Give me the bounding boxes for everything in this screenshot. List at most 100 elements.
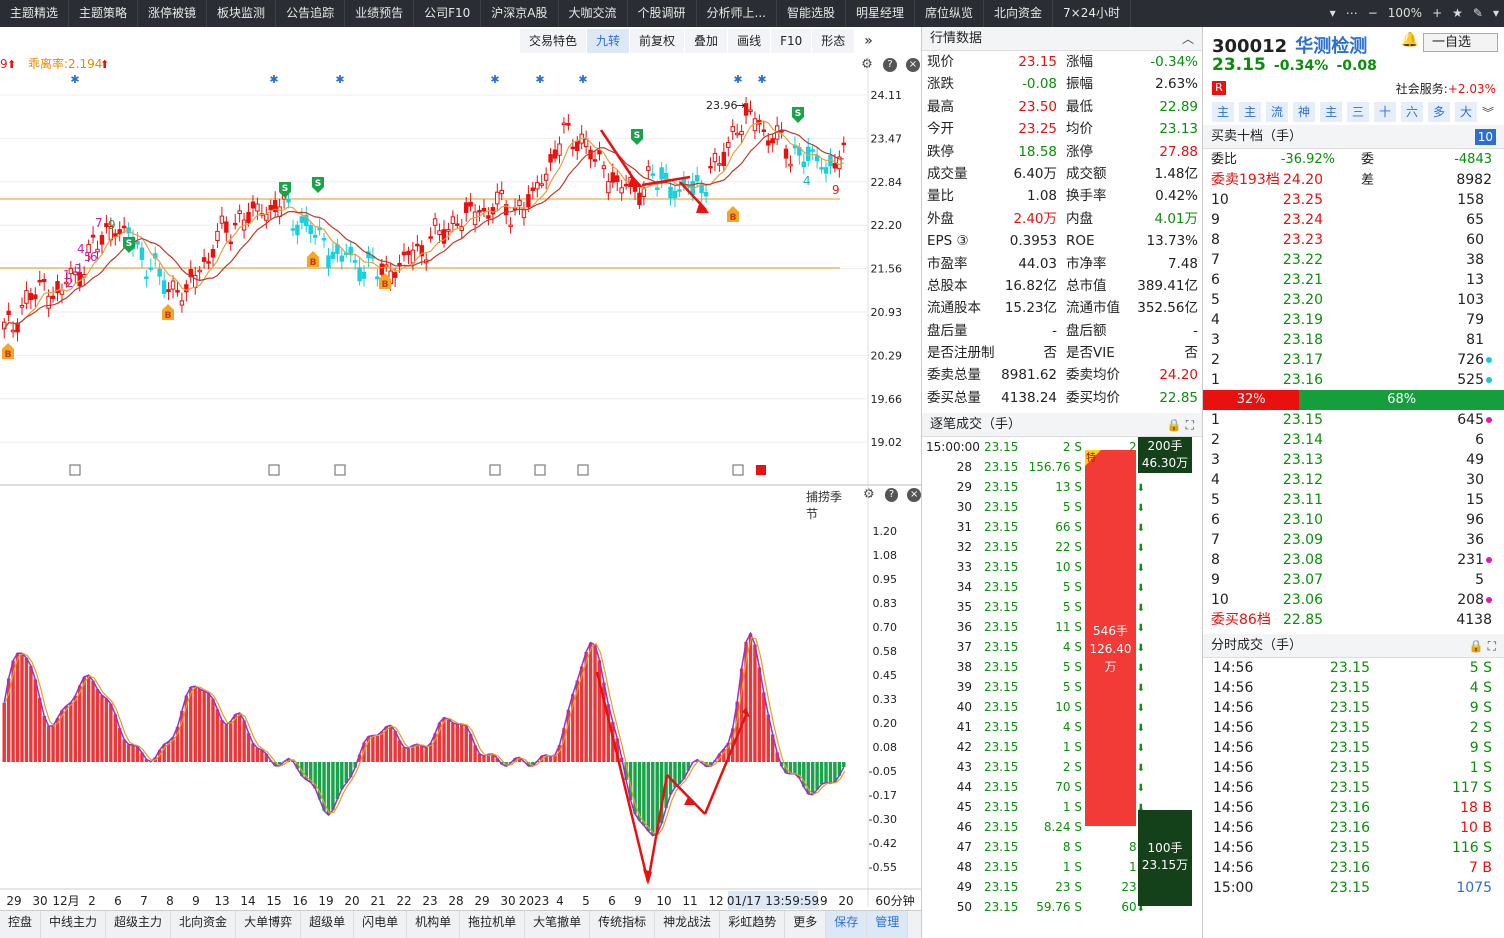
top-nav-tab[interactable]: 沪深京A股 [481, 0, 559, 27]
indicator-tab[interactable]: 闪电单 [354, 911, 408, 938]
tick-seq: 28 [956, 460, 972, 475]
order-level[interactable]: 5 23.11 15 [1203, 490, 1504, 510]
top-nav-tab[interactable]: 席位纵览 [915, 0, 985, 27]
zoom-out-icon[interactable]: − [1363, 0, 1383, 27]
candle-body [210, 248, 216, 258]
top-nav-tab[interactable]: 北向资金 [984, 0, 1054, 27]
candle-body [215, 230, 220, 241]
orderbook-level-badge[interactable]: 10 [1474, 129, 1496, 145]
watchlist-button[interactable]: 一自选 [1423, 33, 1498, 52]
tick-price: 23.15 [984, 780, 1019, 795]
stock-tag[interactable]: 流 [1266, 102, 1288, 122]
tick-volume: 13 S [1055, 480, 1082, 495]
top-nav-tab[interactable]: 公告追踪 [276, 0, 346, 27]
star-icon[interactable]: ★ [1447, 0, 1468, 27]
sector-info[interactable]: 社会服务:+2.03% [1396, 80, 1496, 97]
indicator-tab[interactable]: 传统指标 [590, 911, 656, 938]
indicator-tab[interactable]: 管理 [867, 911, 909, 938]
candle-body [801, 161, 807, 168]
indicator-tab[interactable]: 神龙战法 [655, 911, 721, 938]
stock-tag[interactable]: 主 [1212, 102, 1234, 122]
level-volume: 158 [1457, 192, 1484, 208]
top-nav-tab[interactable]: 涨停被镜 [138, 0, 208, 27]
order-level[interactable]: 7 23.09 36 [1203, 530, 1504, 550]
order-level[interactable]: 1 23.15 645 [1203, 410, 1504, 430]
stock-tag[interactable]: 神 [1293, 102, 1315, 122]
osc-bar [371, 735, 375, 762]
expand-down-icon[interactable]: ︾ [1482, 104, 1494, 121]
level-price: 23.20 [1282, 292, 1323, 308]
top-nav-tab[interactable]: 业绩预告 [345, 0, 415, 27]
stock-tag[interactable]: 三 [1347, 102, 1369, 122]
indicator-tab[interactable]: 控盘 [0, 911, 42, 938]
activity-dot-icon [1486, 517, 1492, 523]
order-level[interactable]: 10 23.25 158 [1203, 190, 1504, 210]
lock-expand-icon[interactable]: 🔒 ⛶ [1469, 634, 1496, 658]
buy-summary-row: 委买86档 22.85 4138 [1203, 610, 1504, 630]
dropdown-icon[interactable]: ▾ [1325, 0, 1341, 27]
zoom-in-icon[interactable]: + [1427, 0, 1447, 27]
top-nav-tab[interactable]: 主题精选 [0, 0, 70, 27]
big-order-block-mid[interactable]: 546手 126.40万 [1085, 450, 1136, 827]
big-order-block-top[interactable]: 200手 46.30万 [1138, 437, 1192, 474]
top-nav-tab[interactable]: 公司F10 [414, 0, 482, 27]
order-level[interactable]: 4 23.19 79 [1203, 310, 1504, 330]
stock-tag[interactable]: 主 [1320, 102, 1342, 122]
top-nav-tab[interactable]: 大咖交流 [559, 0, 628, 27]
indicator-tab[interactable]: 彩虹趋势 [720, 911, 786, 938]
order-level[interactable]: 1 23.16 525 [1203, 370, 1504, 390]
order-level[interactable]: 4 23.12 30 [1203, 470, 1504, 490]
stock-tag[interactable]: 多 [1428, 102, 1450, 122]
menu-icon[interactable]: ▾ [1488, 0, 1504, 27]
indicator-tab[interactable]: 保存 [826, 911, 868, 938]
big-order-block-bottom[interactable]: 100手 23.15万 [1138, 810, 1192, 907]
lock-expand-icon[interactable]: 🔒 ⛶ [1167, 413, 1194, 437]
sell-summary-row: 委卖193档 24.20 8982 [1203, 170, 1504, 190]
indicator-tab[interactable]: 超级主力 [106, 911, 172, 938]
top-nav-tab[interactable]: 个股调研 [628, 0, 697, 27]
indicator-tab[interactable]: 拖拉机单 [460, 911, 526, 938]
indicator-tab[interactable]: 大单博弈 [236, 911, 302, 938]
minute-trades-title: 分时成交（手） 🔒 ⛶ [1203, 634, 1504, 658]
indicator-tab[interactable]: 更多 [785, 911, 827, 938]
order-level[interactable]: 6 23.21 13 [1203, 270, 1504, 290]
order-level[interactable]: 2 23.17 726 [1203, 350, 1504, 370]
chart-canvas[interactable]: 24.11 23.47 22.84 22.20 21.56 20.93 20.29 19.66… [0, 27, 921, 938]
indicator-tab[interactable]: 中线主力 [41, 911, 107, 938]
order-level[interactable]: 9 23.24 65 [1203, 210, 1504, 230]
order-level[interactable]: 8 23.23 60 [1203, 230, 1504, 250]
order-level[interactable]: 7 23.22 38 [1203, 250, 1504, 270]
indicator-tab[interactable]: 大笔撤单 [525, 911, 591, 938]
quote-label: 委买总量 [927, 389, 981, 406]
sell-marker-icon: S [631, 129, 643, 145]
stock-name[interactable]: 华测检测 [1295, 36, 1367, 57]
top-nav-tab[interactable]: 主题策略 [69, 0, 139, 27]
stock-tag[interactable]: 主 [1239, 102, 1261, 122]
more-icon[interactable]: ⋯ [1341, 0, 1363, 27]
indicator-tab[interactable]: 超级单 [301, 911, 355, 938]
stock-tag[interactable]: 大 [1455, 102, 1477, 122]
top-nav-tab[interactable]: 7×24小时 [1053, 0, 1132, 27]
bell-icon[interactable]: 🔔 [1401, 32, 1418, 48]
order-level[interactable]: 3 23.18 81 [1203, 330, 1504, 350]
order-level[interactable]: 3 23.13 49 [1203, 450, 1504, 470]
stock-tag[interactable]: 十 [1374, 102, 1396, 122]
order-level[interactable]: 6 23.10 96 [1203, 510, 1504, 530]
indicator-tab[interactable]: 北向资金 [171, 911, 237, 938]
indicator-tab[interactable]: 机构单 [407, 911, 461, 938]
top-nav-tab[interactable]: 智能选股 [777, 0, 846, 27]
collapse-icon[interactable]: ︿ [1182, 27, 1194, 51]
tick-volume: 5 S [1062, 500, 1082, 515]
top-nav-tab[interactable]: 分析师上... [697, 0, 777, 27]
quote-value: 0.42% [1155, 188, 1198, 205]
order-level[interactable]: 5 23.20 103 [1203, 290, 1504, 310]
top-nav-tab[interactable]: 明星经理 [846, 0, 916, 27]
order-level[interactable]: 10 23.06 208 [1203, 590, 1504, 610]
order-level[interactable]: 8 23.08 231 [1203, 550, 1504, 570]
trend-arrow [666, 774, 706, 815]
top-nav-tab[interactable]: 板块监测 [207, 0, 277, 27]
stock-tag[interactable]: 六 [1401, 102, 1423, 122]
order-level[interactable]: 2 23.14 6 [1203, 430, 1504, 450]
edit-icon[interactable]: ✎ [1468, 0, 1488, 27]
order-level[interactable]: 9 23.07 5 [1203, 570, 1504, 590]
